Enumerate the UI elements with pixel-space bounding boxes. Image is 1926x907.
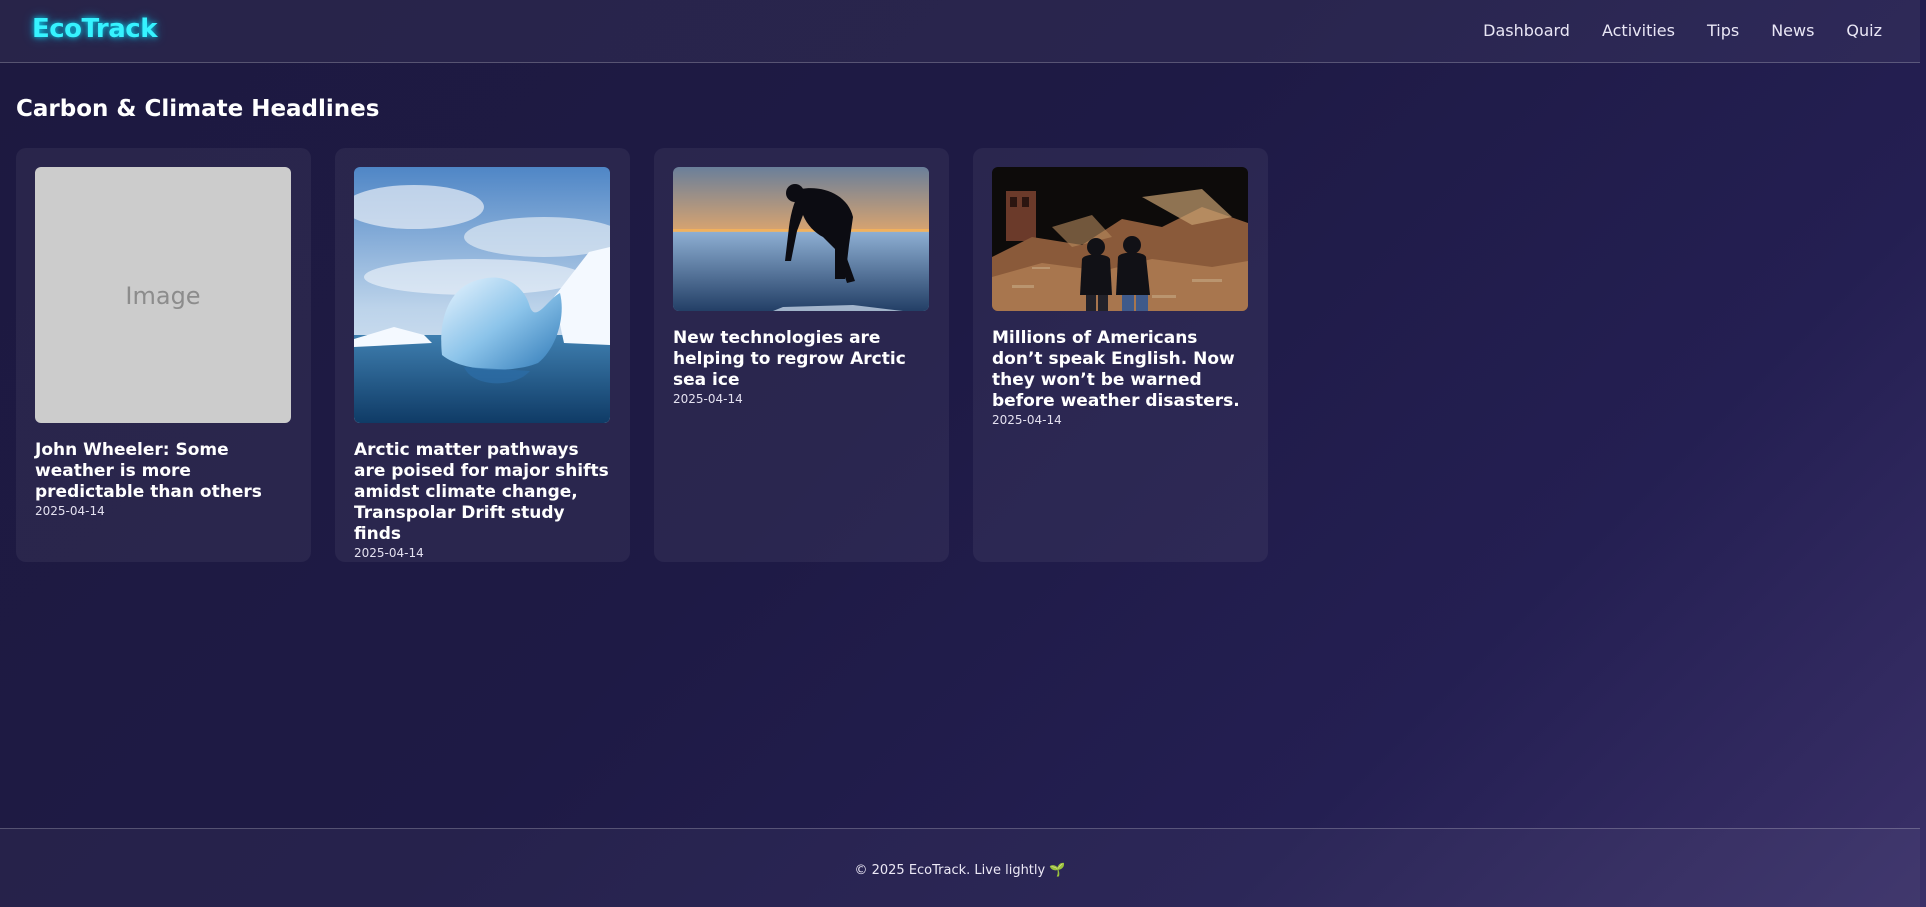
storm-damage-image xyxy=(992,167,1248,311)
news-card[interactable]: Image John Wheeler: Some weather is more… xyxy=(16,148,311,562)
news-card-date: 2025-04-14 xyxy=(992,413,1062,427)
top-nav-bar: EcoTrack Dashboard Activities Tips News … xyxy=(0,0,1920,63)
svg-text:Image: Image xyxy=(125,282,200,310)
news-card-date: 2025-04-14 xyxy=(35,504,105,518)
iceberg-image xyxy=(354,167,610,423)
page-title: Carbon & Climate Headlines xyxy=(16,96,380,122)
news-card[interactable]: Arctic matter pathways are poised for ma… xyxy=(335,148,630,562)
nav-link-tips[interactable]: Tips xyxy=(1707,21,1739,40)
nav-link-dashboard[interactable]: Dashboard xyxy=(1483,21,1570,40)
nav-link-quiz[interactable]: Quiz xyxy=(1846,21,1882,40)
news-card-title[interactable]: John Wheeler: Some weather is more predi… xyxy=(35,440,292,503)
news-card-grid: Image John Wheeler: Some weather is more… xyxy=(16,148,1268,562)
nav-link-activities[interactable]: Activities xyxy=(1602,21,1675,40)
news-card-date: 2025-04-14 xyxy=(673,392,743,406)
main-nav: Dashboard Activities Tips News Quiz xyxy=(1451,21,1882,40)
nav-link-news[interactable]: News xyxy=(1771,21,1814,40)
footer-copyright: © 2025 EcoTrack. Live lightly 🌱 xyxy=(854,863,1066,878)
page-footer: © 2025 EcoTrack. Live lightly 🌱 xyxy=(0,828,1920,907)
app-logo[interactable]: EcoTrack xyxy=(32,14,157,44)
news-card-title[interactable]: Arctic matter pathways are poised for ma… xyxy=(354,440,611,545)
news-card-title[interactable]: Millions of Americans don’t speak Englis… xyxy=(992,328,1249,412)
placeholder-image: Image xyxy=(35,167,291,423)
news-card[interactable]: New technologies are helping to regrow A… xyxy=(654,148,949,562)
news-card-title[interactable]: New technologies are helping to regrow A… xyxy=(673,328,930,391)
sea-ice-sunset-image xyxy=(673,167,929,311)
news-card[interactable]: Millions of Americans don’t speak Englis… xyxy=(973,148,1268,562)
news-card-date: 2025-04-14 xyxy=(354,546,424,560)
